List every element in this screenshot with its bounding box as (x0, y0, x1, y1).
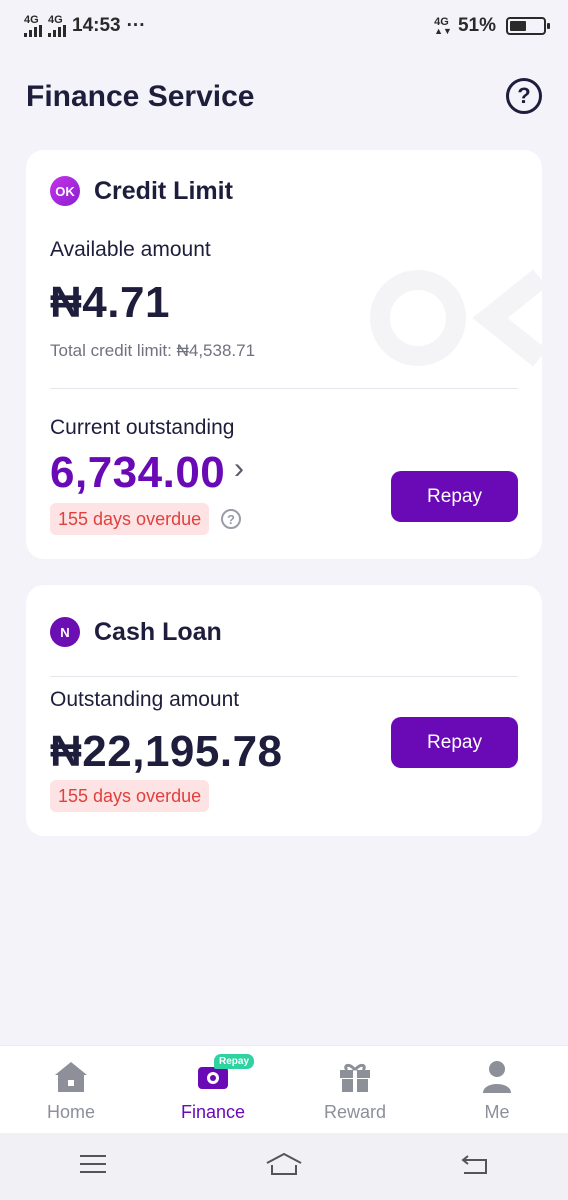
current-outstanding-amount[interactable]: 6,734.00 (50, 448, 225, 498)
back-icon[interactable] (460, 1152, 490, 1181)
available-amount: ₦4.71 (50, 278, 170, 327)
home-icon (51, 1058, 91, 1096)
home-system-icon[interactable] (264, 1151, 304, 1182)
loan-outstanding-amount: ₦22,195.78 (50, 727, 283, 776)
repay-button[interactable]: Repay (391, 471, 518, 522)
person-icon (477, 1058, 517, 1096)
divider (50, 388, 518, 389)
nav-label: Finance (180, 1102, 246, 1122)
nav-finance[interactable]: Finance (142, 1046, 284, 1133)
nav-label: Home (46, 1102, 95, 1122)
nav-label: Me (484, 1102, 510, 1122)
nav-reward[interactable]: Reward (284, 1046, 426, 1133)
network-icon: 4G ▲▼ (434, 15, 452, 36)
cash-loan-title: Cash Loan (94, 617, 222, 646)
ok-logo-icon: OK (50, 176, 80, 206)
repay-tag-badge: Repay (214, 1054, 255, 1069)
menu-icon[interactable] (78, 1153, 108, 1180)
signal-icon: 4G (48, 15, 66, 37)
outstanding-amount-label: Outstanding amount (50, 688, 240, 711)
overdue-badge: 155 days overdue (50, 503, 210, 535)
nav-me[interactable]: Me (426, 1046, 568, 1133)
total-credit-limit: Total credit limit: ₦4,538.71 (50, 341, 256, 360)
divider (50, 676, 518, 677)
credit-limit-title: Credit Limit (94, 176, 233, 205)
chevron-right-icon[interactable]: › (234, 452, 244, 486)
cash-loan-card: N Cash Loan Outstanding amount ₦22,195.7… (26, 585, 542, 836)
help-small-icon[interactable]: ? (221, 509, 241, 529)
credit-limit-header: OK Credit Limit (50, 176, 233, 206)
more-notifications-icon: ··· (126, 15, 146, 36)
current-outstanding-label: Current outstanding (50, 416, 235, 439)
status-time: 14:53 (72, 15, 121, 36)
credit-limit-card: OK Credit Limit Available amount ₦4.71 T… (26, 150, 542, 559)
signal-icon: 4G (24, 15, 42, 37)
battery-icon (506, 17, 550, 35)
repay-button[interactable]: Repay (391, 717, 518, 768)
overdue-badge: 155 days overdue (50, 780, 210, 812)
ok-logo-watermark-icon (370, 269, 542, 367)
nav-home[interactable]: Home (0, 1046, 142, 1133)
cash-loan-icon: N (50, 617, 80, 647)
status-bar: 4G 4G 14:53 ··· 4G ▲▼ 51% (0, 0, 568, 52)
available-amount-label: Available amount (50, 238, 211, 261)
battery-percent: 51% (457, 15, 496, 36)
page-title: Finance Service (26, 80, 255, 113)
system-nav-bar (0, 1133, 568, 1200)
help-icon[interactable]: ? (506, 78, 542, 114)
gift-icon (335, 1058, 375, 1096)
nav-label: Reward (323, 1102, 387, 1122)
cash-loan-header: N Cash Loan (50, 617, 222, 647)
bottom-nav: Home Finance Reward Me Repay (0, 1045, 568, 1133)
